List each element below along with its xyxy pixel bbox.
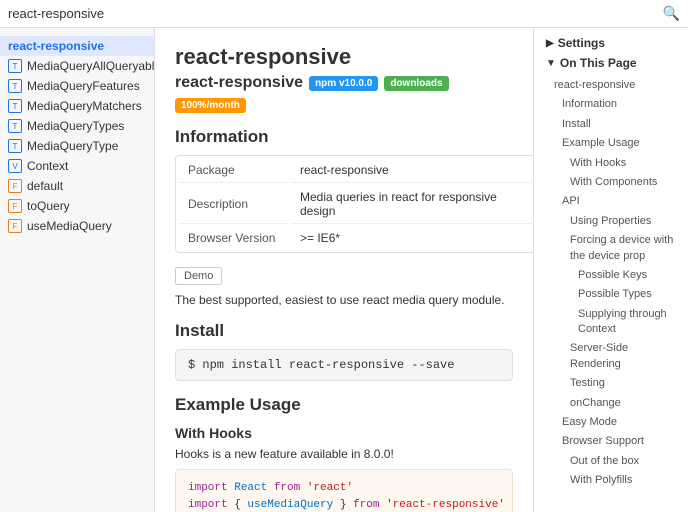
toc-item-with-hooks[interactable]: With Hooks xyxy=(546,154,676,173)
page-title: react-responsive xyxy=(175,44,513,70)
toc-item-using-properties[interactable]: Using Properties xyxy=(546,212,676,231)
sidebar-item-label-Context: Context xyxy=(27,159,68,173)
toc-item-information[interactable]: Information xyxy=(546,95,676,114)
sidebar-item-MediaQueryMatchers[interactable]: T MediaQueryMatchers xyxy=(0,96,154,116)
settings-chevron-icon: ▶ xyxy=(546,38,554,49)
example-usage-heading: Example Usage xyxy=(175,395,513,415)
toc-item-example-usage[interactable]: Example Usage xyxy=(546,134,676,153)
sidebar-item-toQuery[interactable]: FtoQuery xyxy=(0,196,154,216)
sidebar-item-label-toQuery: toQuery xyxy=(27,199,70,213)
toc-item-onchange[interactable]: onChange xyxy=(546,394,676,413)
info-table: Packagereact-responsiveDescriptionMedia … xyxy=(175,155,533,253)
toc-item-install[interactable]: Install xyxy=(546,115,676,134)
info-heading: Information xyxy=(175,127,513,147)
sidebar-item-label-useMediaQuery: useMediaQuery xyxy=(27,219,112,233)
sidebar-item-MediaQueryFeatures[interactable]: T MediaQueryFeatures xyxy=(0,76,154,96)
hooks-description: Hooks is a new feature available in 8.0.… xyxy=(175,447,513,461)
table-row: Packagereact-responsive xyxy=(178,158,532,183)
sidebar-item-Context[interactable]: V Context xyxy=(0,156,154,176)
toc-item-with-components[interactable]: With Components xyxy=(546,173,676,192)
sidebar-item-react-responsive[interactable]: react-responsive xyxy=(0,36,154,56)
toc-item-browser-support[interactable]: Browser Support xyxy=(546,432,676,451)
with-hooks-heading: With Hooks xyxy=(175,425,513,441)
table-row: Browser Version>= IE6* xyxy=(178,226,532,250)
sidebar-item-useMediaQuery[interactable]: FuseMediaQuery xyxy=(0,216,154,236)
toc-item-react-responsive[interactable]: react-responsive xyxy=(546,76,676,95)
title-badges-row: react-responsive npm v10.0.0 downloads 100… xyxy=(175,74,513,113)
sidebar-item-label-react-responsive: react-responsive xyxy=(8,39,104,53)
toc-list: react-responsiveInformationInstallExampl… xyxy=(546,76,676,491)
title-badge-text: react-responsive xyxy=(175,74,303,92)
sidebar-item-icon-MediaQueryFeatures: T xyxy=(8,79,22,93)
toc-item-api[interactable]: API xyxy=(546,192,676,211)
sidebar-item-label-default: default xyxy=(27,179,63,193)
table-cell-value: react-responsive xyxy=(290,158,532,183)
badge-npm-v10.0.0: npm v10.0.0 xyxy=(309,76,378,91)
sidebar-item-icon-MediaQueryTypes: T xyxy=(8,119,22,133)
table-cell-key: Description xyxy=(178,185,288,224)
sidebar-item-label-MediaQueryFeatures: MediaQueryFeatures xyxy=(27,79,140,93)
on-this-page-header[interactable]: ▼ On This Page xyxy=(546,56,676,70)
toc-item-out-of-the-box[interactable]: Out of the box xyxy=(546,452,676,471)
code-block: import React from 'react'import { useMed… xyxy=(175,469,513,512)
topbar: react-responsive 🔍 xyxy=(0,0,688,28)
sidebar-item-label-MediaQueryAllQueryable: MediaQueryAllQueryable xyxy=(27,59,155,73)
sidebar-item-MediaQueryTypes[interactable]: T MediaQueryTypes xyxy=(0,116,154,136)
best-supported-text: The best supported, easiest to use react… xyxy=(175,293,513,307)
toc-item-server-side-rendering[interactable]: Server-Side Rendering xyxy=(546,339,676,374)
table-cell-value: >= IE6* xyxy=(290,226,532,250)
topbar-title: react-responsive xyxy=(8,6,104,21)
on-this-page-label: On This Page xyxy=(560,56,637,70)
sidebar-item-icon-toQuery: F xyxy=(8,199,22,213)
sidebar-item-icon-useMediaQuery: F xyxy=(8,219,22,233)
install-command: $ npm install react-responsive --save xyxy=(175,349,513,381)
sidebar-item-label-MediaQueryMatchers: MediaQueryMatchers xyxy=(27,99,142,113)
table-row: DescriptionMedia queries in react for re… xyxy=(178,185,532,224)
sidebar-item-label-MediaQueryTypes: MediaQueryTypes xyxy=(27,119,124,133)
sidebar-item-icon-MediaQueryAllQueryable: T xyxy=(8,59,22,73)
toc-item-easy-mode[interactable]: Easy Mode xyxy=(546,413,676,432)
table-cell-key: Package xyxy=(178,158,288,183)
sidebar-item-MediaQueryAllQueryable[interactable]: T MediaQueryAllQueryable xyxy=(0,56,154,76)
demo-button[interactable]: Demo xyxy=(175,267,222,285)
toc-item-possible-types[interactable]: Possible Types xyxy=(546,285,676,304)
sidebar-item-icon-MediaQueryType: T xyxy=(8,139,22,153)
toc-item-testing[interactable]: Testing xyxy=(546,374,676,393)
sidebar-item-MediaQueryType[interactable]: T MediaQueryType xyxy=(0,136,154,156)
sidebar-item-label-MediaQueryType: MediaQueryType xyxy=(27,139,118,153)
badge-100%/month: 100%/month xyxy=(175,98,246,113)
install-heading: Install xyxy=(175,321,513,341)
sidebar-item-icon-Context: V xyxy=(8,159,22,173)
toc-item-with-polyfills[interactable]: With Polyfills xyxy=(546,471,676,490)
settings-label: Settings xyxy=(558,36,605,50)
main-content: react-responsive react-responsive npm v1… xyxy=(155,28,533,512)
settings-header[interactable]: ▶ Settings xyxy=(546,36,676,50)
table-cell-value: Media queries in react for responsive de… xyxy=(290,185,532,224)
search-icon[interactable]: 🔍 xyxy=(663,5,680,22)
sidebar-item-default[interactable]: Fdefault xyxy=(0,176,154,196)
sidebar-item-icon-MediaQueryMatchers: T xyxy=(8,99,22,113)
sidebar-item-icon-default: F xyxy=(8,179,22,193)
badge-downloads: downloads xyxy=(384,76,448,91)
right-panel: ▶ Settings ▼ On This Page react-responsi… xyxy=(533,28,688,512)
on-this-page-chevron-icon: ▼ xyxy=(546,58,556,69)
toc-item-supplying-through-context[interactable]: Supplying through Context xyxy=(546,305,676,340)
sidebar: react-responsiveTMediaQueryAllQueryableT… xyxy=(0,28,155,512)
table-cell-key: Browser Version xyxy=(178,226,288,250)
toc-item-forcing-a-device-with-the-device-prop[interactable]: Forcing a device with the device prop xyxy=(546,231,676,266)
toc-item-possible-keys[interactable]: Possible Keys xyxy=(546,266,676,285)
